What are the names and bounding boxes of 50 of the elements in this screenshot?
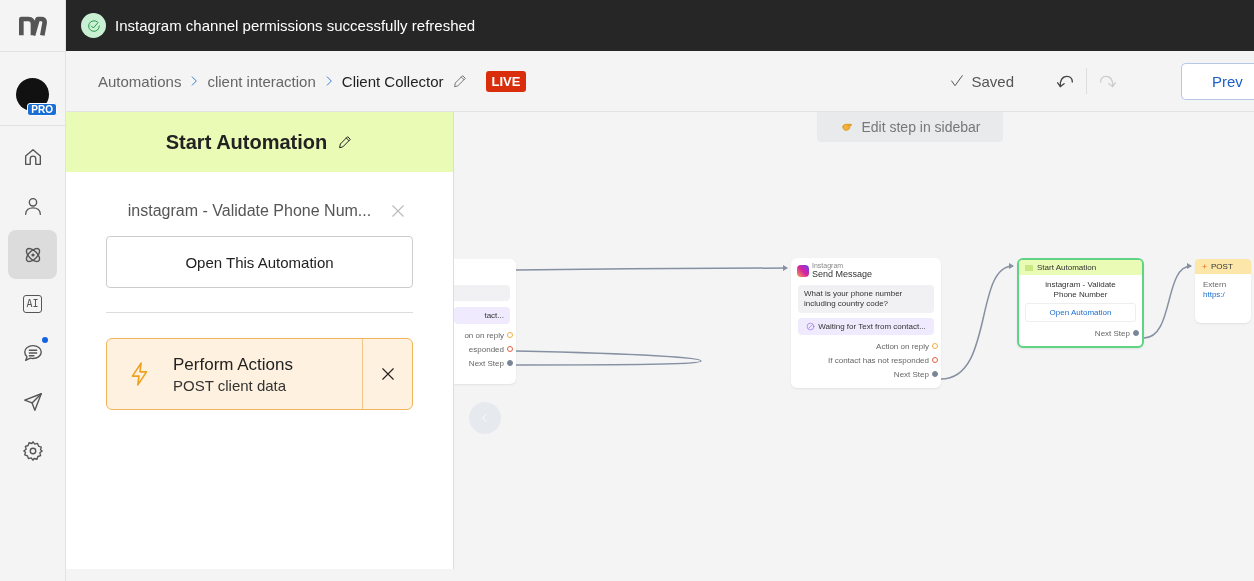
flow-node[interactable]: Start Automation instagram - Validate Phone Number Open Automation Next Step [1017, 258, 1144, 348]
output-port[interactable] [1133, 330, 1139, 336]
breadcrumb-link[interactable]: client interaction [207, 72, 316, 90]
nav-item[interactable]: AI [8, 279, 57, 328]
output-label: Next Step [1094, 328, 1130, 338]
action-subtitle: POST client data [173, 376, 288, 394]
automation-title: Client Collector [341, 72, 444, 90]
node-title: POST [1211, 262, 1233, 271]
message-bubble: What is your phone number including country code? [798, 285, 934, 313]
action-title: Perform Actions [173, 354, 294, 375]
output-label: esponded [468, 344, 504, 354]
node-title: Send Message [812, 269, 873, 279]
toast-message: Instagram channel permissions successfully refreshed [115, 17, 476, 34]
automation-name: instagram - Validate Phone Number [1044, 279, 1117, 301]
instagram-icon [797, 264, 809, 277]
output-label: Next Step [893, 369, 929, 379]
action-card[interactable]: Perform Actions POST client data [106, 338, 413, 410]
ai-icon: AI [23, 294, 42, 313]
output-label: Next Step [468, 358, 504, 368]
flow-node[interactable]: POST Extern https:/ [1195, 259, 1251, 323]
output-label: on on reply [464, 330, 504, 340]
open-automation-link[interactable]: Open Automation [1025, 303, 1136, 322]
success-icon [81, 13, 106, 38]
waiting-chip: tact... [454, 307, 510, 324]
pro-badge: PRO [27, 103, 57, 116]
node-title: Start Automation [1037, 263, 1097, 272]
waiting-label: Waiting for Text from contact... [818, 322, 926, 331]
hint-text: Edit step in sidebar [861, 119, 981, 135]
preview-button[interactable]: Prev [1181, 62, 1254, 100]
node-text: Extern [1202, 279, 1228, 289]
list-icon [1025, 264, 1033, 271]
open-automation-button[interactable]: Open This Automation [106, 236, 413, 288]
send-icon [21, 390, 44, 413]
flow-node[interactable]: tact... on on reply esponded Next Step [454, 259, 516, 384]
status-badge: LIVE [485, 70, 527, 92]
automation-name: instagram - Validate Phone Num... [127, 202, 372, 220]
panel-title: Start Automation [165, 130, 328, 154]
url-link[interactable]: https:/ [1195, 289, 1251, 299]
sparkle-icon [1201, 263, 1208, 270]
output-label: Action on reply [876, 341, 929, 351]
message-bubble [454, 285, 510, 301]
breadcrumb-link[interactable]: Automations [98, 72, 182, 90]
nav-item[interactable] [8, 230, 57, 279]
edit-icon[interactable] [337, 134, 354, 150]
saved-status: Saved [971, 72, 1014, 90]
output-port[interactable] [507, 360, 513, 366]
check-icon [949, 73, 966, 89]
output-port[interactable] [932, 371, 938, 377]
settings-icon [21, 439, 44, 462]
output-label: If contact has not responded [828, 355, 929, 365]
